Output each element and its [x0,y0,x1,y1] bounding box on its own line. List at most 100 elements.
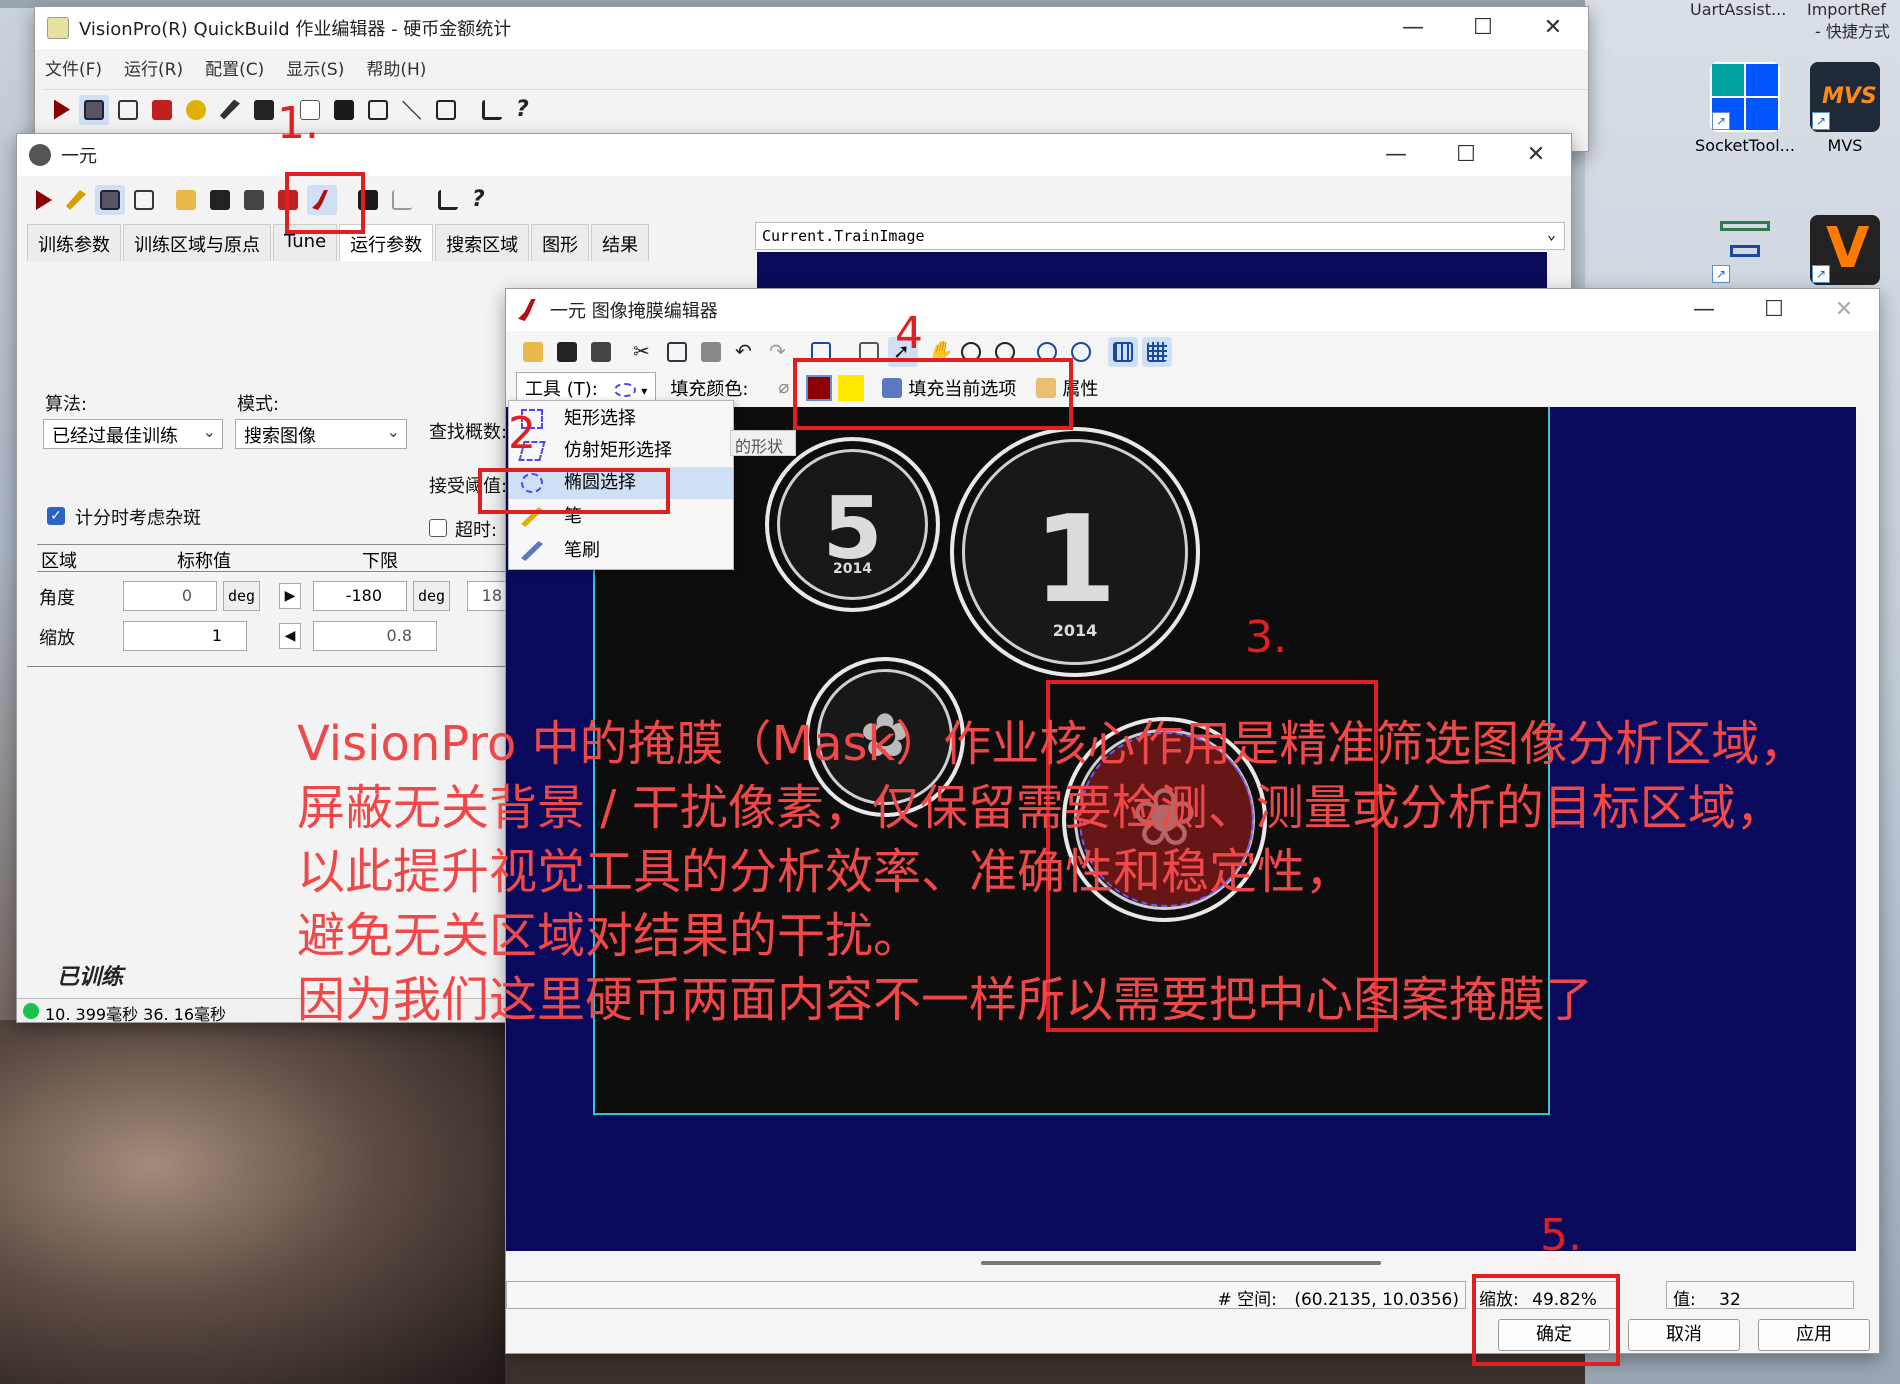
chevron-down-icon: ▾ [641,384,648,398]
algorithm-select[interactable]: 已经过最佳训练 ⌄ [43,419,223,449]
yiyuan-app-icon [29,144,51,166]
open-folder-icon[interactable] [518,337,548,367]
camera-icon[interactable] [249,95,279,125]
annotation-number-2: 2 [508,408,536,459]
desktop-icon-mvs[interactable]: MVS ↗ MVS [1790,62,1900,155]
display-icon[interactable] [79,94,109,125]
close-button[interactable]: ✕ [1518,7,1588,49]
chevron-down-icon: ⌄ [386,422,400,441]
graph-icon[interactable] [433,185,463,215]
menu-run[interactable]: 运行(R) [124,55,183,80]
chart-icon[interactable] [387,185,417,215]
undo-icon[interactable]: ↶ [730,337,760,367]
open-folder-icon[interactable] [171,185,201,215]
help-icon[interactable]: ? [511,95,541,125]
mode-select[interactable]: 搜索图像 ⌄ [235,419,407,449]
menu-item-label: 仿射矩形选择 [564,440,672,461]
chevron-down-icon: ⌄ [202,422,216,441]
angle-low-input[interactable]: -180 [313,581,407,611]
numeric-icon[interactable] [329,95,359,125]
coin-denomination: 1 [1033,491,1117,630]
redo-icon[interactable]: ↷ [764,337,794,367]
image-source-select[interactable]: Current.TrainImage ⌄ [755,222,1565,250]
scale-low-input[interactable]: 0.8 [313,621,437,651]
menu-display[interactable]: 显示(S) [286,55,344,80]
cancel-button[interactable]: 取消 [1628,1319,1740,1351]
debug-icon[interactable] [431,95,461,125]
annotation-line-3: 以此提升视觉工具的分析效率、准确性和稳定性， [297,844,1354,900]
run-icon[interactable] [27,185,57,215]
annotation-box-4 [793,358,1073,430]
menu-item-rect-select[interactable]: 矩形选择 [509,403,733,435]
minimize-button[interactable]: — [1361,134,1431,176]
annotation-box-1 [285,172,365,234]
algorithm-value: 已经过最佳训练 [52,426,178,447]
row-angle-label: 角度 [39,588,75,609]
paste-icon[interactable] [696,337,726,367]
close-button[interactable]: ✕ [1501,134,1571,176]
mask-statusbar: # 空间: (60.2135, 10.0356) 缩放: 49.82% 值: 3… [506,1281,1856,1311]
play-right-icon[interactable]: ▶ [279,583,301,609]
desktop-icon-sockettool[interactable]: ↗ SocketTool... [1690,62,1800,155]
angle-nominal-unit: deg [223,581,261,611]
graph-icon[interactable] [477,95,507,125]
desktop-wallpaper-photo [0,1020,505,1384]
desktop-icon-network-tool[interactable]: ↗ [1690,215,1800,289]
minimize-button[interactable]: — [1669,289,1739,331]
display-icon[interactable] [95,185,125,215]
maximize-button[interactable]: ☐ [1448,7,1518,49]
pixel-grid-icon[interactable] [1142,337,1172,367]
edit-icon[interactable] [61,185,91,215]
clutter-checkbox[interactable]: ✓ [47,507,65,525]
save-icon[interactable] [205,185,235,215]
maximize-button[interactable]: ☐ [1431,134,1501,176]
help-icon[interactable]: ? [467,185,497,215]
close-button[interactable]: ✕ [1809,289,1879,331]
maximize-button[interactable]: ☐ [1739,289,1809,331]
loop-icon[interactable] [181,95,211,125]
desktop-icon-v-app[interactable]: V ↗ [1790,215,1900,289]
cut-icon[interactable]: ✂ [628,337,658,367]
windows-icon[interactable] [113,95,143,125]
copy-icon[interactable] [662,337,692,367]
yiyuan-titlebar: 一元 [17,134,1571,176]
fill-color-label: 填充颜色: [670,379,749,400]
timeout-checkbox[interactable] [429,519,447,537]
save-all-icon[interactable] [586,337,616,367]
scale-nominal-input[interactable]: 1 [123,621,247,651]
quickbuild-app-icon [47,17,69,39]
save-icon[interactable] [552,337,582,367]
angle-high-input[interactable]: 18 [467,581,507,611]
apply-button[interactable]: 应用 [1758,1319,1870,1351]
run-icon[interactable] [45,95,75,125]
canvas-horizontal-scrollbar[interactable] [981,1261,1381,1265]
coin-5-jiao: 5 2014 [765,437,940,612]
play-left-icon[interactable]: ◀ [279,623,301,649]
coin-year: 2014 [833,561,872,577]
grid-icon[interactable] [1108,337,1138,367]
shortcut-arrow-icon: ↗ [1812,265,1830,283]
windows-icon[interactable] [129,185,159,215]
quickbuild-window-controls: — ☐ ✕ [1378,7,1588,49]
quickbuild-title: VisionPro(R) QuickBuild 作业编辑器 - 硬币金额统计 [79,19,512,40]
angle-nominal-input[interactable]: 0 [123,581,217,611]
desktop-label-importref: ImportRef [1807,0,1886,19]
save-all-icon[interactable] [239,185,269,215]
tool-brush-icon[interactable] [215,95,245,125]
grid-col-low: 下限 [362,551,398,572]
reset-icon[interactable] [147,95,177,125]
quickbuild-window: VisionPro(R) QuickBuild 作业编辑器 - 硬币金额统计 —… [34,6,1589,152]
chevron-down-icon: ⌄ [1546,225,1556,243]
menu-config[interactable]: 配置(C) [205,55,264,80]
menu-item-affine-rect-select[interactable]: 仿射矩形选择 [509,435,733,467]
menu-item-brush[interactable]: 笔刷 [509,535,733,567]
annotation-number-3: 3. [1245,612,1287,663]
menu-help[interactable]: 帮助(H) [366,55,426,80]
pixel-value-cell: 值: 32 [1666,1281,1854,1310]
tools-icon[interactable] [397,95,427,125]
menu-file[interactable]: 文件(F) [45,55,102,80]
form-icon[interactable] [363,95,393,125]
desktop-icon-label: SocketTool... [1695,136,1795,155]
space-coordinate-cell: # 空间: (60.2135, 10.0356) [506,1281,1466,1310]
minimize-button[interactable]: — [1378,7,1448,49]
